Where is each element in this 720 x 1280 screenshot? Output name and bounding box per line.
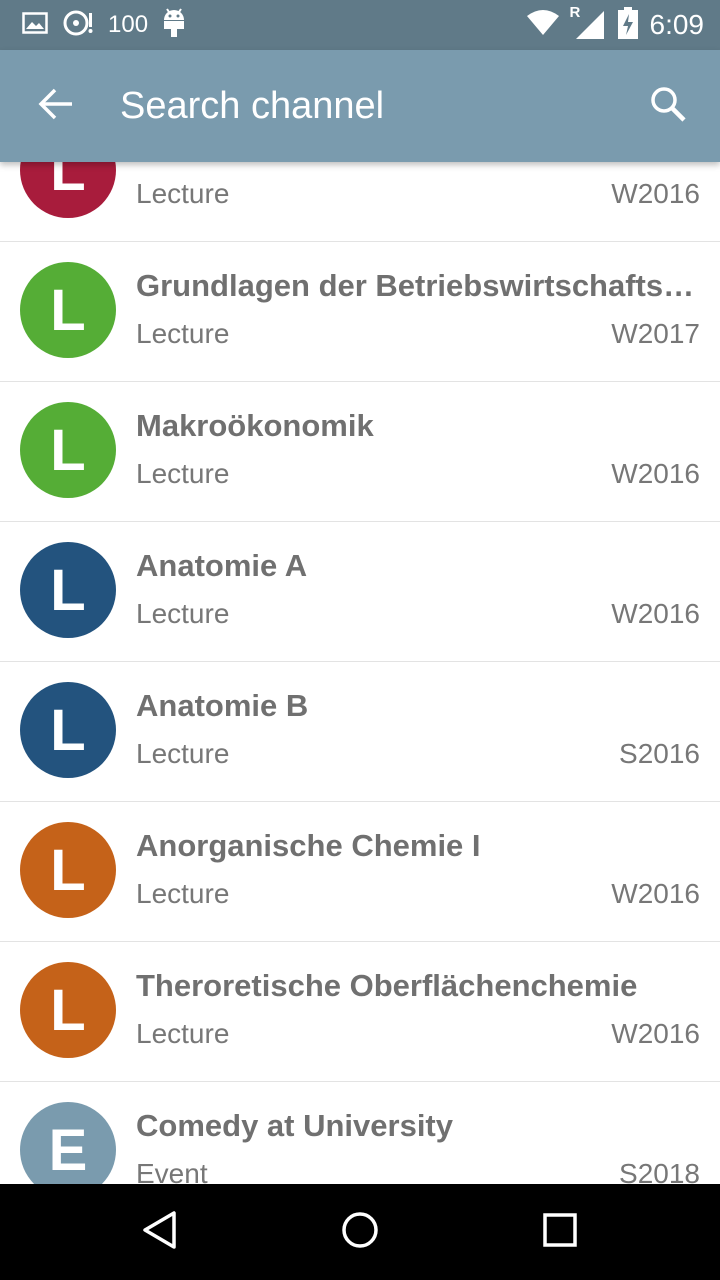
- channel-type: Lecture: [136, 178, 230, 209]
- channel-type: Lecture: [136, 738, 230, 769]
- channel-avatar: E: [20, 1102, 116, 1184]
- page-title: Search channel: [120, 85, 385, 127]
- back-triangle-icon: [140, 1210, 180, 1255]
- channel-title: Anatomie A: [136, 548, 308, 583]
- nav-recents-button[interactable]: [520, 1202, 600, 1262]
- signal-icon: R: [570, 4, 606, 40]
- channel-title: Anorganische Chemie I: [136, 828, 481, 863]
- channel-type: Lecture: [136, 458, 230, 489]
- list-item[interactable]: L Anatomie B Lecture S2016: [0, 662, 720, 802]
- arrow-back-icon: [38, 88, 74, 125]
- list-item[interactable]: E Comedy at University Event S2018: [0, 1082, 720, 1184]
- recents-square-icon: [542, 1212, 578, 1253]
- status-left: 100: [22, 0, 186, 50]
- channel-title: Anatomie B: [136, 688, 309, 723]
- status-right: R 6:09: [526, 0, 705, 50]
- channel-avatar: L: [20, 682, 116, 778]
- network-type-label: R: [569, 4, 581, 21]
- back-button[interactable]: [24, 78, 88, 134]
- channel-term: W2016: [611, 878, 700, 909]
- battery-charging-icon: [617, 6, 638, 44]
- channel-type: Lecture: [136, 1018, 230, 1049]
- nav-back-button[interactable]: [120, 1202, 200, 1262]
- channel-term: W2016: [611, 178, 700, 209]
- search-button[interactable]: [636, 78, 700, 134]
- channel-term: S2018: [619, 1158, 700, 1184]
- channel-title: Grundlagen der Betriebswirtschaftslehre: [136, 268, 701, 303]
- clock: 6:09: [649, 9, 705, 40]
- channel-type: Lecture: [136, 598, 230, 629]
- channel-avatar: L: [20, 822, 116, 918]
- nav-home-button[interactable]: [320, 1202, 400, 1262]
- image-icon: [22, 11, 48, 39]
- channel-term: W2016: [611, 1018, 700, 1049]
- home-circle-icon: [340, 1210, 380, 1255]
- navigation-bar: [0, 1184, 720, 1280]
- channel-term: S2016: [619, 738, 700, 769]
- list-item[interactable]: L Grundlagen der Betriebswirtschaftslehr…: [0, 242, 720, 382]
- search-icon: [649, 85, 687, 128]
- app-bar: Search channel: [0, 50, 720, 162]
- channel-term: W2016: [611, 458, 700, 489]
- list-item[interactable]: L Anatomie A Lecture W2016: [0, 522, 720, 662]
- list-item[interactable]: L Anorganische Chemie I Lecture W2016: [0, 802, 720, 942]
- channel-title: Makroökonomik: [136, 408, 374, 443]
- channel-title: Comedy at University: [136, 1108, 453, 1143]
- status-bar: 100 R 6:09: [0, 0, 720, 50]
- channel-avatar: L: [20, 402, 116, 498]
- music-icon: [62, 10, 94, 41]
- list-item[interactable]: L Makroökonomik Lecture W2016: [0, 382, 720, 522]
- list-item[interactable]: L Theroretische Oberflächenchemie Lectur…: [0, 942, 720, 1082]
- channel-type: Lecture: [136, 878, 230, 909]
- channel-avatar: L: [20, 962, 116, 1058]
- channel-type: Lecture: [136, 318, 230, 349]
- channel-avatar: L: [20, 542, 116, 638]
- channel-type: Event: [136, 1158, 208, 1184]
- wifi-icon: [526, 9, 560, 41]
- channel-title: Theroretische Oberflächenchemie: [136, 968, 638, 1003]
- channel-term: W2016: [611, 598, 700, 629]
- channel-list[interactable]: L Lecture W2016 L Grundlagen der Betrieb…: [0, 102, 720, 1184]
- android-icon: [162, 7, 186, 43]
- channel-avatar: L: [20, 262, 116, 358]
- battery-percent: 100: [108, 11, 149, 38]
- channel-term: W2017: [611, 318, 700, 349]
